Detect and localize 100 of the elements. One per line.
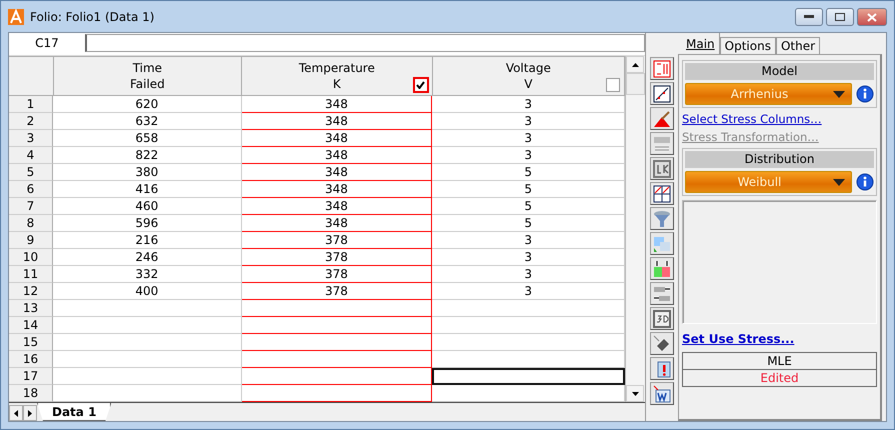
row-number[interactable]: 9 [9, 232, 53, 249]
table-cell[interactable]: 348 [242, 96, 432, 113]
table-cell[interactable]: 5 [432, 215, 626, 232]
table-cell[interactable]: 348 [242, 198, 432, 215]
table-cell[interactable]: 246 [52, 249, 242, 266]
toolbar-button[interactable] [650, 157, 674, 180]
table-cell[interactable] [432, 317, 626, 334]
table-cell[interactable] [242, 351, 432, 368]
column-header[interactable]: Voltage V [432, 57, 626, 95]
table-cell[interactable]: 348 [242, 181, 432, 198]
table-cell[interactable]: 620 [52, 96, 242, 113]
table-cell[interactable]: 348 [242, 147, 432, 164]
row-number[interactable]: 12 [9, 283, 53, 300]
panel-link[interactable]: Select Stress Columns… [682, 112, 877, 126]
table-cell[interactable] [242, 368, 432, 385]
formula-field[interactable] [85, 34, 645, 52]
table-cell[interactable]: 378 [242, 249, 432, 266]
table-cell[interactable]: 3 [432, 96, 626, 113]
table-cell[interactable]: 378 [242, 283, 432, 300]
table-cell[interactable] [242, 334, 432, 351]
vertical-scrollbar[interactable] [625, 56, 645, 402]
toolbar-button[interactable] [650, 207, 674, 230]
minimize-button[interactable] [795, 8, 823, 26]
row-number[interactable]: 1 [9, 96, 53, 113]
row-number[interactable]: 17 [9, 368, 53, 385]
use-stress-link[interactable]: Set Use Stress... [682, 332, 877, 346]
row-number[interactable]: 10 [9, 249, 53, 266]
table-cell[interactable]: 460 [52, 198, 242, 215]
row-number[interactable]: 13 [9, 300, 53, 317]
panel-tab[interactable]: Other [776, 37, 820, 54]
table-cell[interactable]: 348 [242, 130, 432, 147]
column-checkbox[interactable] [606, 78, 620, 92]
row-number[interactable]: 18 [9, 385, 53, 402]
table-cell[interactable]: 5 [432, 181, 626, 198]
toolbar-button[interactable] [650, 107, 674, 130]
close-button[interactable] [857, 8, 887, 26]
table-cell[interactable]: 3 [432, 147, 626, 164]
table-cell[interactable]: 5 [432, 164, 626, 181]
table-cell[interactable]: 3 [432, 249, 626, 266]
table-cell[interactable]: 822 [52, 147, 242, 164]
info-icon[interactable] [856, 85, 874, 103]
table-cell[interactable]: 348 [242, 113, 432, 130]
table-cell[interactable] [432, 368, 626, 385]
table-cell[interactable] [432, 351, 626, 368]
table-cell[interactable]: 378 [242, 232, 432, 249]
table-cell[interactable] [432, 334, 626, 351]
table-cell[interactable]: 596 [52, 215, 242, 232]
maximize-button[interactable] [826, 8, 854, 26]
toolbar-button[interactable] [650, 132, 674, 155]
sheet-tab[interactable]: Data 1 [37, 403, 112, 421]
scroll-down-button[interactable] [626, 385, 644, 402]
table-cell[interactable]: 348 [242, 164, 432, 181]
table-cell[interactable]: 3 [432, 283, 626, 300]
table-cell[interactable]: 5 [432, 198, 626, 215]
toolbar-button[interactable] [650, 382, 674, 405]
table-cell[interactable]: 348 [242, 215, 432, 232]
scroll-up-button[interactable] [626, 56, 644, 73]
toolbar-button[interactable] [650, 82, 674, 105]
table-cell[interactable]: 332 [52, 266, 242, 283]
scroll-thumb[interactable] [626, 73, 645, 95]
row-number[interactable]: 7 [9, 198, 53, 215]
table-cell[interactable]: 3 [432, 113, 626, 130]
row-number[interactable]: 2 [9, 113, 53, 130]
table-cell[interactable]: 400 [52, 283, 242, 300]
table-cell[interactable]: 3 [432, 232, 626, 249]
toolbar-button[interactable] [650, 57, 674, 80]
table-cell[interactable] [52, 368, 242, 385]
row-number[interactable]: 3 [9, 130, 53, 147]
column-header[interactable]: Time Failed [54, 57, 242, 95]
column-checkbox[interactable] [414, 78, 428, 92]
toolbar-button[interactable] [650, 332, 674, 355]
table-cell[interactable]: 658 [52, 130, 242, 147]
info-icon[interactable] [856, 173, 874, 191]
table-cell[interactable]: 216 [52, 232, 242, 249]
table-cell[interactable] [242, 317, 432, 334]
row-number[interactable]: 8 [9, 215, 53, 232]
table-cell[interactable] [52, 300, 242, 317]
table-cell[interactable] [242, 300, 432, 317]
table-cell[interactable] [432, 300, 626, 317]
table-cell[interactable]: 3 [432, 130, 626, 147]
toolbar-button[interactable] [650, 257, 674, 280]
toolbar-button[interactable] [650, 282, 674, 305]
row-number[interactable]: 4 [9, 147, 53, 164]
toolbar-button[interactable] [650, 182, 674, 205]
table-cell[interactable]: 416 [52, 181, 242, 198]
table-cell[interactable]: 3 [432, 266, 626, 283]
table-cell[interactable]: 378 [242, 266, 432, 283]
table-cell[interactable] [52, 334, 242, 351]
row-number[interactable]: 14 [9, 317, 53, 334]
toolbar-button[interactable] [650, 357, 674, 380]
table-cell[interactable]: 380 [52, 164, 242, 181]
table-cell[interactable] [52, 351, 242, 368]
row-number[interactable]: 5 [9, 164, 53, 181]
table-cell[interactable]: 632 [52, 113, 242, 130]
toolbar-button[interactable] [650, 232, 674, 255]
row-number[interactable]: 11 [9, 266, 53, 283]
row-number[interactable]: 16 [9, 351, 53, 368]
column-header[interactable]: Temperature K [242, 57, 433, 95]
row-number[interactable]: 6 [9, 181, 53, 198]
next-sheet-button[interactable] [23, 405, 37, 421]
